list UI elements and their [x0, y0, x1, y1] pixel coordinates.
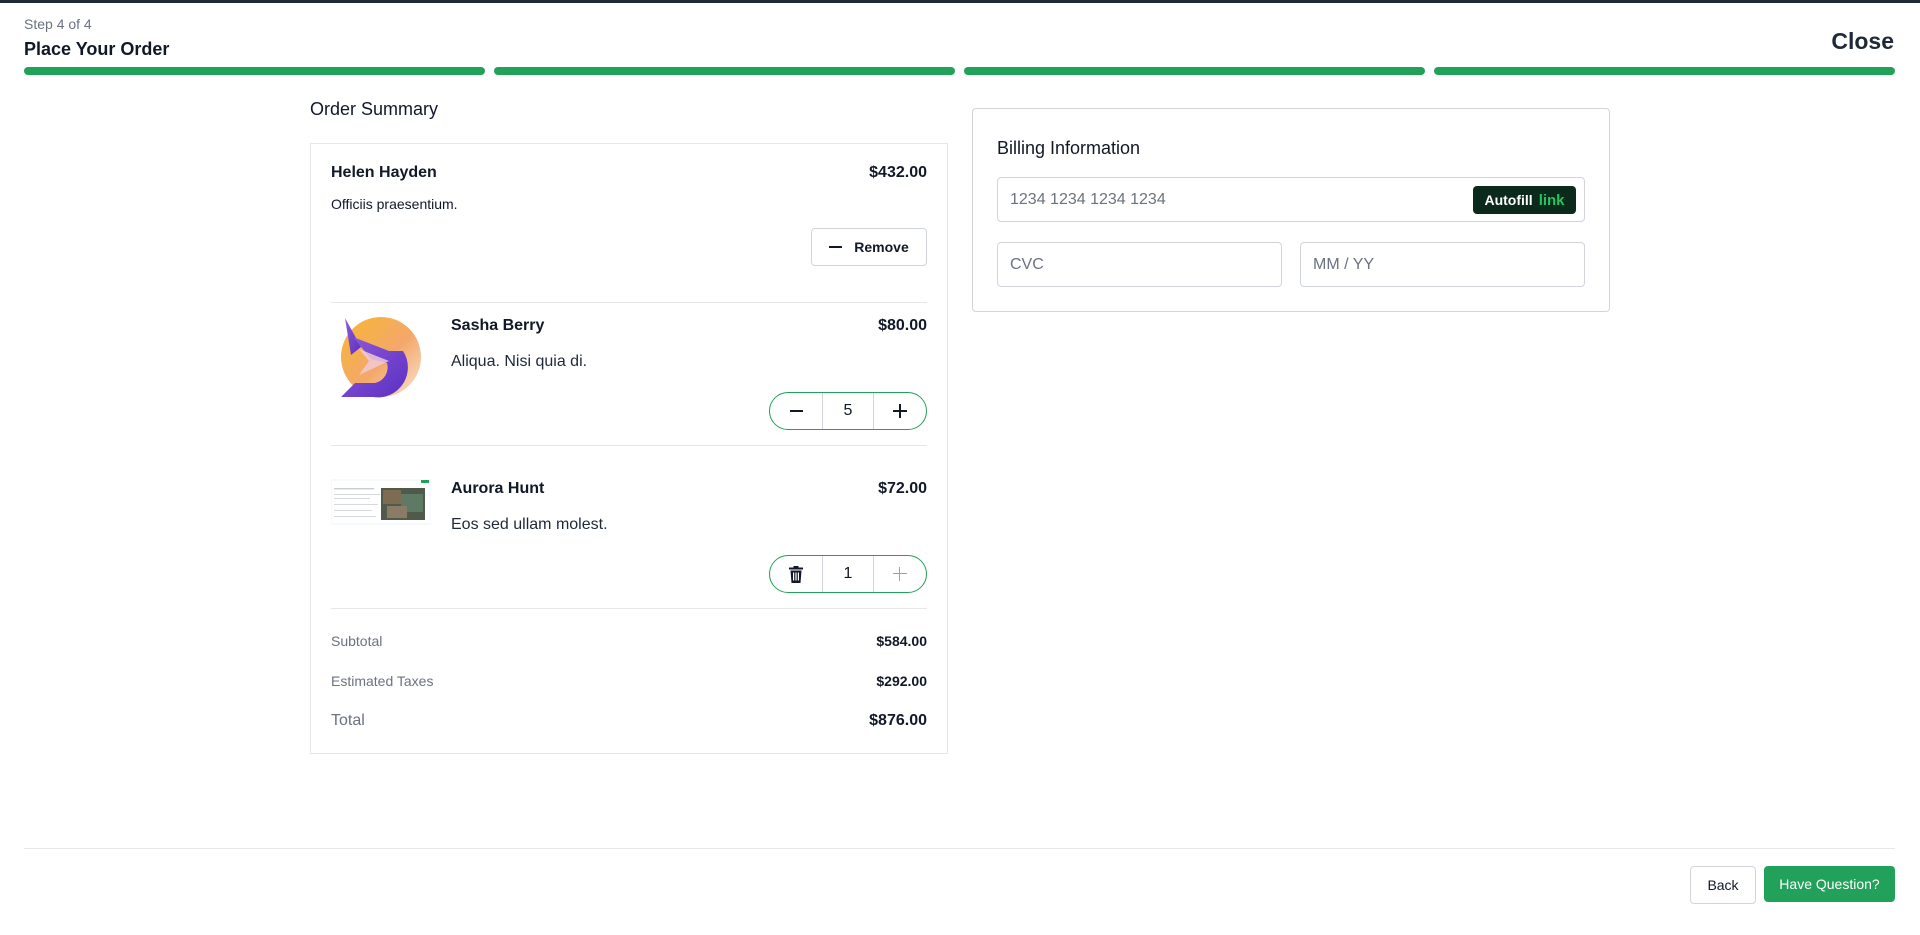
expiry-field [1300, 242, 1585, 287]
step-indicator: Step 4 of 4 [24, 16, 92, 32]
card-number-field: Autofill link [997, 177, 1585, 222]
taxes-label: Estimated Taxes [331, 673, 434, 689]
autofill-label: Autofill [1484, 192, 1533, 208]
quantity-stepper: 1 [769, 555, 927, 593]
item-price: $72.00 [878, 480, 927, 497]
remove-label: Remove [854, 239, 909, 255]
item-description: Eos sed ullam molest. [451, 516, 608, 533]
quantity-stepper: 5 [769, 392, 927, 430]
plus-icon [893, 404, 907, 418]
link-brand-label: link [1538, 191, 1565, 209]
taxes-value: $292.00 [876, 673, 927, 689]
quantity-value[interactable]: 5 [822, 393, 874, 429]
decrease-button[interactable] [770, 393, 822, 429]
item-description: Officiis praesentium. [331, 196, 458, 212]
expiry-input[interactable] [1301, 243, 1584, 286]
order-item: Helen Hayden $432.00 [331, 164, 927, 184]
subtotal-label: Subtotal [331, 633, 383, 649]
item-name: Helen Hayden [331, 164, 437, 181]
divider [331, 445, 927, 446]
order-summary-card: Helen Hayden $432.00 Officiis praesentiu… [310, 143, 948, 754]
item-price: $432.00 [869, 164, 927, 181]
trash-icon [789, 565, 803, 583]
page-title: Place Your Order [24, 39, 170, 59]
window-top-border [0, 0, 1920, 3]
item-price: $80.00 [878, 317, 927, 334]
order-item: Sasha Berry $80.00 [331, 317, 927, 337]
quantity-value[interactable]: 1 [822, 556, 874, 592]
divider [331, 608, 927, 609]
subtotal-value: $584.00 [876, 633, 927, 649]
total-label: Total [331, 712, 365, 729]
divider [331, 302, 927, 303]
plus-icon [893, 567, 907, 581]
minus-icon [789, 410, 803, 412]
progress-segment [1434, 67, 1895, 75]
progress-segment [964, 67, 1425, 75]
item-name: Sasha Berry [451, 317, 545, 334]
remove-button[interactable]: Remove [811, 228, 927, 266]
autofill-link-button[interactable]: Autofill link [1473, 186, 1576, 214]
minus-icon [829, 246, 843, 248]
cvc-field [997, 242, 1282, 287]
have-question-button[interactable]: Have Question? [1764, 866, 1895, 902]
order-summary-title: Order Summary [310, 99, 439, 119]
item-name: Aurora Hunt [451, 480, 545, 497]
delete-button[interactable] [770, 556, 822, 592]
back-button[interactable]: Back [1690, 866, 1756, 904]
cvc-input[interactable] [998, 243, 1281, 286]
progress-segment [494, 67, 955, 75]
total-value: $876.00 [869, 712, 927, 729]
billing-card: Billing Information Autofill link [972, 108, 1610, 312]
increase-button[interactable] [874, 556, 926, 592]
footer-divider [24, 848, 1895, 849]
billing-title: Billing Information [997, 138, 1141, 158]
increase-button[interactable] [874, 393, 926, 429]
close-button[interactable]: Close [1831, 28, 1894, 55]
order-item: Aurora Hunt $72.00 [331, 480, 927, 500]
item-description: Aliqua. Nisi quia di. [451, 353, 588, 370]
progress-segment [24, 67, 485, 75]
progress-bar [24, 67, 1895, 75]
